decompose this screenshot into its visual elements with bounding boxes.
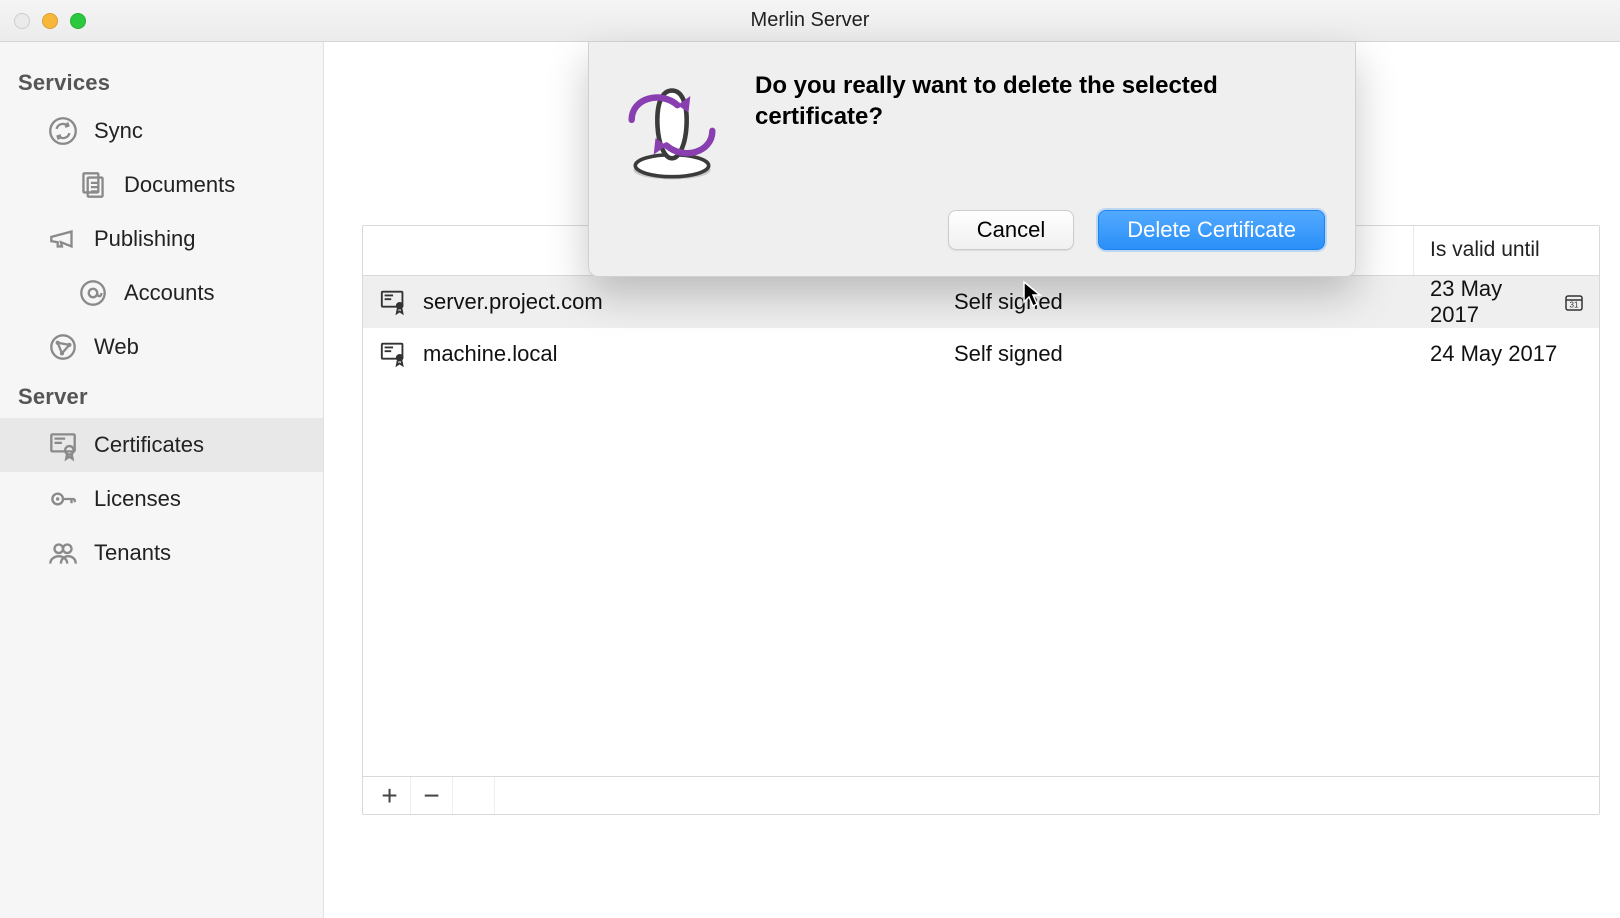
svg-text:31: 31 (1570, 301, 1579, 310)
merlin-app-icon (617, 74, 727, 184)
certificates-table: Is valid until server.project.com Self s… (362, 225, 1600, 815)
sidebar-item-label: Licenses (94, 486, 181, 512)
column-valid-until[interactable]: Is valid until (1414, 226, 1599, 275)
window-controls (14, 13, 86, 29)
cancel-button[interactable]: Cancel (948, 210, 1074, 250)
calendar-icon: 31 (1565, 293, 1583, 311)
certificate-icon (379, 341, 409, 367)
sidebar-item-label: Publishing (94, 226, 196, 252)
globe-icon (46, 330, 80, 364)
table-footer: + − (363, 776, 1599, 814)
sidebar-item-label: Web (94, 334, 139, 360)
cell-type: Self signed (938, 333, 1414, 375)
cell-type: Self signed (938, 281, 1414, 323)
add-button[interactable]: + (369, 777, 411, 814)
cell-valid-until: 24 May 2017 (1414, 333, 1599, 375)
content-area: Is valid until server.project.com Self s… (324, 42, 1620, 918)
cell-name-text: machine.local (423, 341, 558, 367)
certificate-icon (379, 289, 409, 315)
close-window-icon[interactable] (14, 13, 30, 29)
remove-button[interactable]: − (411, 777, 453, 814)
sidebar-item-label: Documents (124, 172, 235, 198)
cell-valid-until: 23 May 2017 31 (1414, 276, 1599, 336)
cell-name: server.project.com (363, 281, 938, 323)
sidebar-item-publishing[interactable]: Publishing (0, 212, 323, 266)
delete-certificate-button[interactable]: Delete Certificate (1098, 210, 1325, 250)
sidebar-item-documents[interactable]: Documents (0, 158, 323, 212)
table-body: server.project.com Self signed 23 May 20… (363, 276, 1599, 776)
sidebar-item-licenses[interactable]: Licenses (0, 472, 323, 526)
sidebar-item-label: Certificates (94, 432, 204, 458)
confirm-dialog: Do you really want to delete the selecte… (588, 42, 1356, 277)
sidebar-item-certificates[interactable]: Certificates (0, 418, 323, 472)
table-row[interactable]: server.project.com Self signed 23 May 20… (363, 276, 1599, 328)
sidebar-item-tenants[interactable]: Tenants (0, 526, 323, 580)
sidebar-section-label: Server (0, 374, 323, 418)
footer-divider (453, 777, 495, 814)
sidebar-item-accounts[interactable]: Accounts (0, 266, 323, 320)
sidebar-item-label: Accounts (124, 280, 215, 306)
sidebar-item-label: Sync (94, 118, 143, 144)
sidebar: Services Sync Documents Publishing Accou… (0, 42, 324, 918)
sidebar-item-web[interactable]: Web (0, 320, 323, 374)
window-title: Merlin Server (0, 9, 1620, 32)
minimize-window-icon[interactable] (42, 13, 58, 29)
cell-date-text: 23 May 2017 (1430, 276, 1543, 328)
megaphone-icon (46, 222, 80, 256)
dialog-message: Do you really want to delete the selecte… (755, 70, 1325, 132)
sidebar-item-label: Tenants (94, 540, 171, 566)
certificate-icon (46, 428, 80, 462)
table-row[interactable]: machine.local Self signed 24 May 2017 (363, 328, 1599, 380)
cell-date-text: 24 May 2017 (1430, 341, 1557, 367)
sidebar-item-sync[interactable]: Sync (0, 104, 323, 158)
sidebar-section-label: Services (0, 60, 323, 104)
cell-name-text: server.project.com (423, 289, 603, 315)
sync-icon (46, 114, 80, 148)
app-body: Services Sync Documents Publishing Accou… (0, 42, 1620, 918)
at-icon (76, 276, 110, 310)
key-icon (46, 482, 80, 516)
zoom-window-icon[interactable] (70, 13, 86, 29)
titlebar: Merlin Server (0, 0, 1620, 42)
cell-name: machine.local (363, 333, 938, 375)
users-icon (46, 536, 80, 570)
documents-icon (76, 168, 110, 202)
